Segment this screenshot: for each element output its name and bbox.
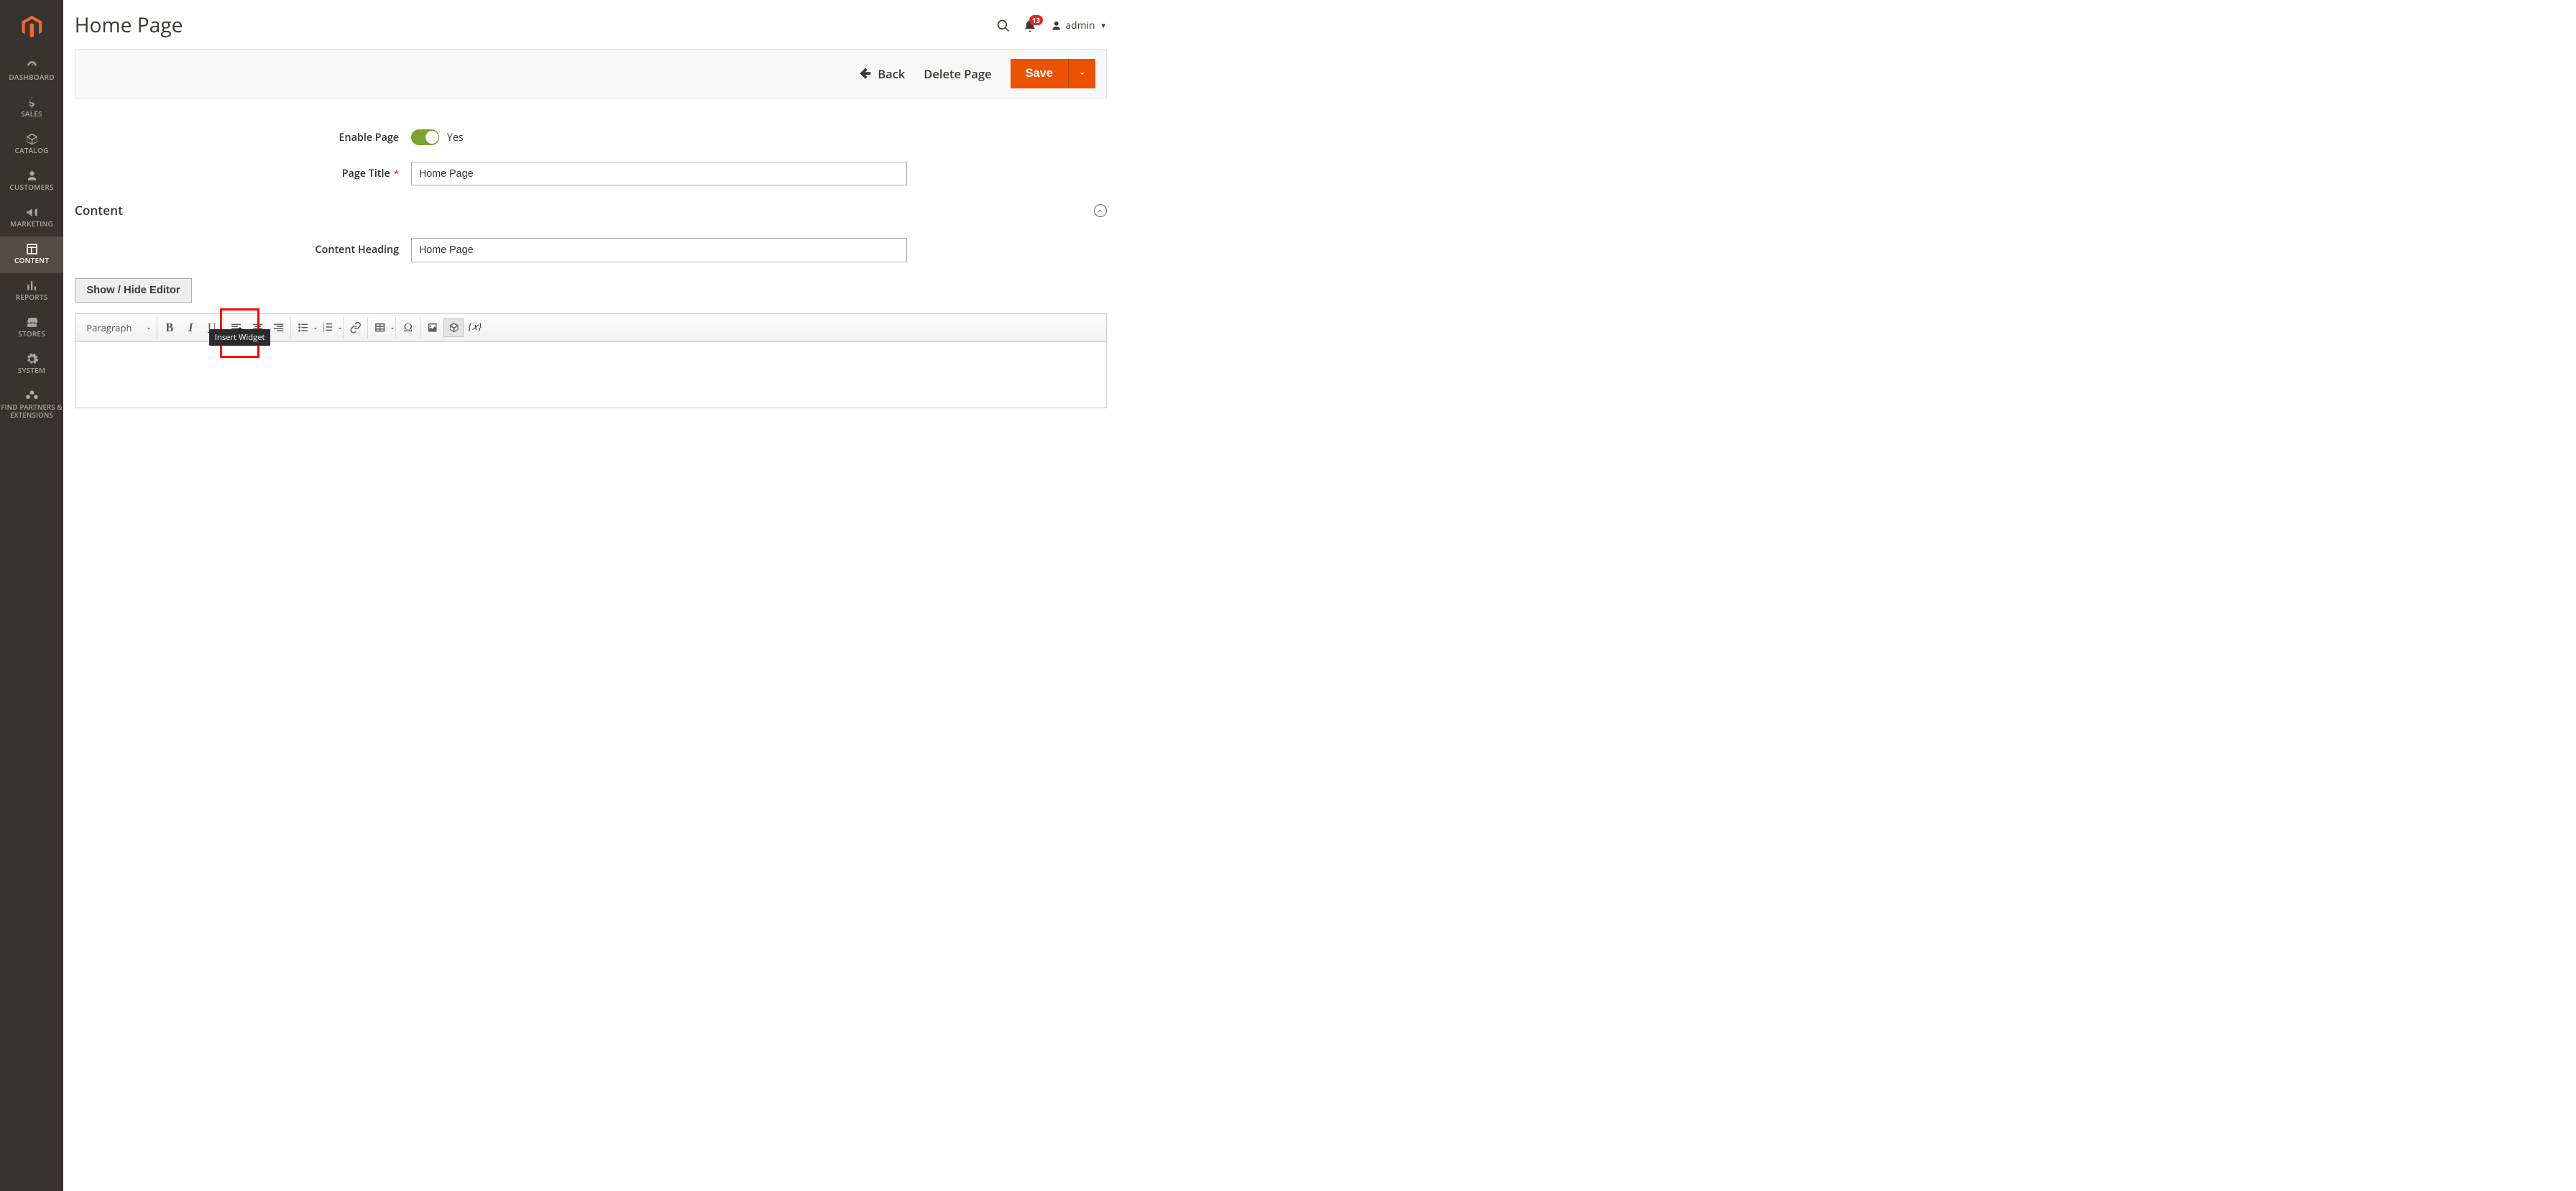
page-title-row: Page Title*	[75, 162, 1107, 186]
bullet-list-icon	[297, 321, 309, 334]
widget-icon	[448, 321, 460, 334]
sidebar-item-marketing[interactable]: MARKETING	[0, 200, 63, 236]
page-title-input[interactable]	[411, 162, 907, 186]
store-icon	[0, 316, 63, 329]
content-heading-label: Content Heading	[75, 243, 412, 257]
wysiwyg-editor: Paragraph B I U 123	[75, 313, 1107, 408]
magento-logo[interactable]	[0, 0, 63, 53]
search-icon	[996, 19, 1011, 33]
svg-text:3: 3	[323, 329, 325, 334]
chevron-up-icon	[1097, 208, 1103, 214]
enable-page-toggle[interactable]	[411, 129, 439, 145]
italic-button[interactable]: I	[180, 318, 201, 337]
show-hide-editor-button[interactable]: Show / Hide Editor	[75, 278, 193, 303]
sidebar-item-label: DASHBOARD	[0, 73, 63, 82]
sidebar-item-find-partners[interactable]: FIND PARTNERS & EXTENSIONS	[0, 383, 63, 428]
page-title: Home Page	[75, 12, 183, 39]
save-button[interactable]: Save	[1011, 59, 1068, 89]
box-icon	[0, 132, 63, 146]
sidebar-item-label: FIND PARTNERS & EXTENSIONS	[0, 403, 63, 420]
insert-variable-button[interactable]: {𝑥}	[465, 318, 485, 337]
sidebar-item-label: SYSTEM	[0, 367, 63, 375]
enable-page-label: Enable Page	[75, 131, 412, 144]
link-button[interactable]	[346, 318, 366, 337]
header-actions: 13 admin ▼	[996, 19, 1107, 33]
delete-page-button[interactable]: Delete Page	[924, 65, 991, 82]
insert-image-button[interactable]	[423, 318, 443, 337]
person-icon	[0, 169, 63, 183]
megaphone-icon	[0, 206, 63, 219]
align-right-icon	[272, 321, 285, 334]
table-icon	[374, 321, 386, 334]
save-dropdown-button[interactable]	[1068, 59, 1095, 89]
main-content: Home Page 13 admin ▼ Back Delete Page	[63, 0, 1118, 420]
arrow-left-icon	[859, 67, 872, 80]
tooltip: Insert Widget	[209, 329, 271, 346]
sidebar-item-label: SALES	[0, 110, 63, 119]
sidebar-item-sales[interactable]: SALES	[0, 90, 63, 127]
chevron-down-icon[interactable]	[339, 328, 341, 331]
image-icon	[426, 321, 438, 334]
user-name: admin	[1065, 19, 1095, 32]
user-menu[interactable]: admin ▼	[1050, 19, 1107, 32]
collapse-button[interactable]	[1094, 204, 1107, 217]
sidebar-item-label: STORES	[0, 330, 63, 339]
bold-button[interactable]: B	[160, 318, 180, 337]
content-section-header[interactable]: Content	[75, 202, 1107, 219]
sidebar-item-system[interactable]: SYSTEM	[0, 346, 63, 383]
bullet-list-button[interactable]	[293, 318, 313, 337]
special-char-button[interactable]: Ω	[398, 318, 418, 337]
sidebar-item-reports[interactable]: REPORTS	[0, 273, 63, 310]
sidebar-item-catalog[interactable]: CATALOG	[0, 127, 63, 163]
search-button[interactable]	[996, 19, 1011, 33]
sidebar-item-stores[interactable]: STORES	[0, 310, 63, 346]
table-button[interactable]	[370, 318, 390, 337]
content-heading-input[interactable]	[411, 238, 907, 262]
required-marker: *	[394, 167, 399, 180]
chevron-down-icon[interactable]	[314, 328, 317, 331]
numbered-list-icon: 123	[321, 321, 334, 334]
notifications-button[interactable]: 13	[1023, 19, 1037, 33]
chevron-down-icon	[1077, 69, 1087, 78]
sidebar-item-label: CUSTOMERS	[0, 183, 63, 192]
page-header: Home Page 13 admin ▼	[75, 0, 1107, 49]
enable-page-row: Enable Page Yes	[75, 129, 1107, 145]
dashboard-icon	[0, 59, 63, 73]
sidebar-item-content[interactable]: CONTENT	[0, 236, 63, 273]
sidebar-item-label: CONTENT	[0, 257, 63, 265]
sidebar-item-label: REPORTS	[0, 293, 63, 302]
numbered-list-button[interactable]: 123	[318, 318, 338, 337]
content-section-title: Content	[75, 202, 123, 219]
notification-badge: 13	[1029, 15, 1044, 25]
user-icon	[1050, 19, 1062, 32]
back-button[interactable]: Back	[859, 65, 905, 82]
chevron-down-icon[interactable]	[391, 328, 394, 331]
sidebar-item-customers[interactable]: CUSTOMERS	[0, 163, 63, 200]
action-bar: Back Delete Page Save	[75, 49, 1107, 99]
align-right-button[interactable]	[269, 318, 289, 337]
blocks-icon	[0, 389, 63, 403]
link-icon	[349, 321, 362, 334]
chevron-down-icon: ▼	[1100, 21, 1106, 30]
dollar-icon	[0, 96, 63, 109]
sidebar-item-label: CATALOG	[0, 147, 63, 155]
sidebar-item-label: MARKETING	[0, 220, 63, 229]
paragraph-format-select[interactable]: Paragraph	[80, 318, 155, 336]
gear-icon	[0, 352, 63, 366]
page-title-label: Page Title*	[75, 167, 412, 180]
enable-page-value: Yes	[447, 131, 464, 144]
content-heading-row: Content Heading	[75, 238, 1107, 262]
insert-widget-button[interactable]	[443, 318, 464, 337]
form-area: Enable Page Yes Page Title* Content Cont…	[75, 98, 1107, 420]
layout-icon	[0, 242, 63, 256]
save-button-group: Save	[1011, 59, 1095, 89]
chevron-down-icon	[147, 328, 150, 331]
editor-content-area[interactable]	[75, 342, 1106, 408]
admin-sidebar: DASHBOARD SALES CATALOG CUSTOMERS MARKET…	[0, 0, 63, 1191]
chart-icon	[0, 279, 63, 293]
sidebar-item-dashboard[interactable]: DASHBOARD	[0, 53, 63, 90]
